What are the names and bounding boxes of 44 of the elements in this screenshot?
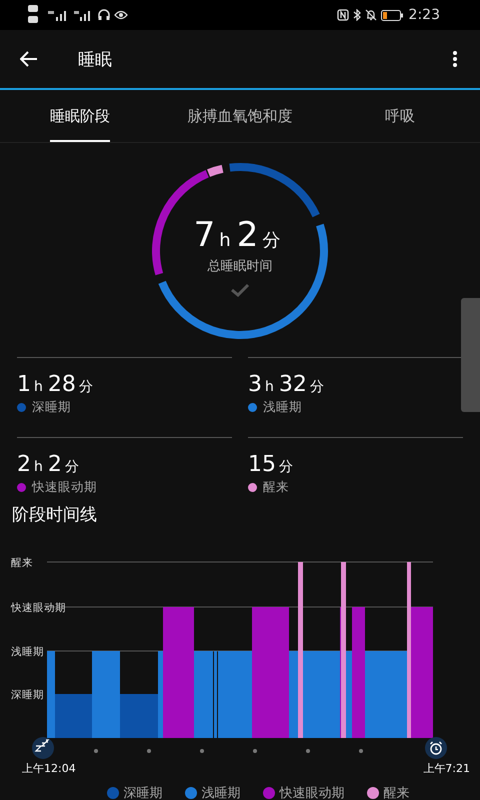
sleep-start-time: 上午12:04 [22,761,76,776]
time-tick-dot [306,749,310,753]
total-sleep-value: 7 h 2 分 [194,215,282,255]
bell-off-icon [364,9,377,21]
status-time: 2:23 [408,7,440,23]
time-tick-dot [253,749,257,753]
more-vertical-icon [452,50,458,68]
total-sleep-label: 总睡眠时间 [208,258,272,275]
tab[interactable]: 呼吸 [320,90,480,142]
tab[interactable]: 脉搏血氧饱和度 [160,90,320,142]
page-title: 睡眠 [78,48,112,70]
time-tick-dot [94,749,98,753]
stage-duration: 1 h 28 分 [17,372,94,397]
eye-icon [114,10,128,20]
nfc-icon [336,9,349,21]
sleep-start-icon [32,737,54,759]
legend-label: 深睡期 [124,785,162,800]
stage-axis-label: 快速眼动期 [11,602,66,614]
stage-axis-label: 浅睡期 [11,646,44,658]
time-tick-dot [200,749,204,753]
stage-duration: 15 分 [248,452,294,477]
battery-icon [380,10,403,20]
alarm-clock-icon [425,737,447,759]
legend-label: 醒来 [384,785,410,800]
headphones-icon [98,9,110,21]
wake-time: 上午7:21 [423,761,470,776]
tab[interactable]: 睡眠阶段 [0,90,160,142]
check-icon [230,283,250,297]
legend-label: 快速眼动期 [280,785,344,800]
time-tick-dot [359,749,363,753]
bluetooth-icon [352,9,361,21]
stage-label: 快速眼动期 [32,479,97,496]
back-arrow-icon [20,51,38,67]
stage-duration: 2 h 2 分 [17,452,80,477]
stage-label: 浅睡期 [263,399,302,416]
time-tick-dot [147,749,151,753]
stage-duration: 3 h 32 分 [248,372,325,397]
legend-label: 浅睡期 [202,785,240,800]
timeline-title: 阶段时间线 [11,504,98,527]
stage-label: 醒来 [263,479,289,496]
stage-axis-label: 深睡期 [11,689,44,701]
stage-axis-label: 醒来 [11,557,33,569]
stage-label: 深睡期 [32,399,71,416]
scrollbar[interactable] [461,298,480,412]
